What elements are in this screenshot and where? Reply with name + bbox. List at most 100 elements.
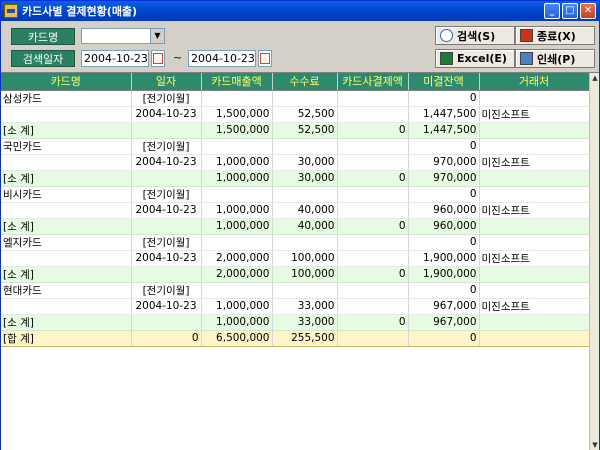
subtotal-row[interactable]: [소 계] 2,000,000 100,000 0 1,900,000	[1, 266, 590, 283]
date-from-field[interactable]: 2004-10-23	[81, 50, 149, 67]
table-cell: 미진소프트	[479, 298, 590, 315]
table-cell: 960,000	[408, 218, 480, 235]
calendar-to-button[interactable]	[258, 50, 272, 67]
search-date-label: 검색일자	[11, 50, 75, 67]
print-icon	[520, 52, 533, 65]
table-cell	[201, 186, 273, 203]
vertical-scrollbar[interactable]: ▲ ▼	[589, 73, 599, 450]
scroll-up-icon[interactable]: ▲	[590, 73, 599, 83]
table-cell: 960,000	[408, 202, 480, 219]
table-cell: [소 계]	[1, 314, 132, 331]
table-cell: 255,500	[272, 330, 338, 347]
column-header[interactable]: 수수료	[272, 73, 338, 91]
table-row[interactable]: 국민카드 [전기이월] 0	[1, 138, 590, 155]
print-button[interactable]: 인쇄(P)	[515, 49, 595, 68]
table-cell: 삼성카드	[1, 90, 132, 107]
table-row[interactable]: 2004-10-23 1,000,000 33,000 967,000 미진소프트	[1, 298, 590, 315]
table-cell: 967,000	[408, 298, 480, 315]
table-cell: [소 계]	[1, 170, 132, 187]
table-cell	[337, 90, 409, 107]
column-header[interactable]: 카드매출액	[201, 73, 273, 91]
table-row[interactable]: 2004-10-23 1,000,000 30,000 970,000 미진소프트	[1, 154, 590, 171]
table-cell: [전기이월]	[131, 90, 202, 107]
grand-total-row[interactable]: [합 계] 0 6,500,000 255,500 0	[1, 330, 590, 347]
table-cell: [전기이월]	[131, 138, 202, 155]
table-row[interactable]: 비시카드 [전기이월] 0	[1, 186, 590, 203]
column-header[interactable]: 미결잔액	[408, 73, 480, 91]
table-cell: [전기이월]	[131, 282, 202, 299]
table-cell	[272, 282, 338, 299]
table-cell	[272, 234, 338, 251]
subtotal-row[interactable]: [소 계] 1,000,000 30,000 0 970,000	[1, 170, 590, 187]
column-header[interactable]: 카드명	[1, 73, 132, 91]
table-row[interactable]: 삼성카드 [전기이월] 0	[1, 90, 590, 107]
table-cell: 0	[337, 314, 409, 331]
table-row[interactable]: 2004-10-23 2,000,000 100,000 1,900,000 미진소프트	[1, 250, 590, 267]
table-cell: 2,000,000	[201, 250, 273, 267]
excel-icon	[440, 52, 453, 65]
table-cell	[479, 186, 590, 203]
table-cell: 1,000,000	[201, 298, 273, 315]
table-row[interactable]: 2004-10-23 1,500,000 52,500 1,447,500 미진소프트	[1, 106, 590, 123]
card-name-select[interactable]: ▼	[81, 28, 165, 44]
scroll-down-icon[interactable]: ▼	[590, 440, 599, 450]
chevron-down-icon[interactable]: ▼	[150, 29, 164, 43]
table-cell	[201, 234, 273, 251]
subtotal-row[interactable]: [소 계] 1,000,000 33,000 0 967,000	[1, 314, 590, 331]
column-header[interactable]: 일자	[131, 73, 202, 91]
table-cell: 1,000,000	[201, 314, 273, 331]
table-cell	[479, 330, 590, 347]
table-cell: 엘지카드	[1, 234, 132, 251]
subtotal-row[interactable]: [소 계] 1,000,000 40,000 0 960,000	[1, 218, 590, 235]
subtotal-row[interactable]: [소 계] 1,500,000 52,500 0 1,447,500	[1, 122, 590, 139]
table-cell	[131, 218, 202, 235]
card-name-label: 카드명	[11, 28, 75, 45]
table-cell: 2004-10-23	[131, 106, 202, 123]
app-icon	[4, 4, 18, 18]
table-cell: 0	[408, 186, 480, 203]
search-button[interactable]: 검색(S)	[435, 26, 515, 45]
excel-button[interactable]: Excel(E)	[435, 49, 515, 68]
table-cell	[337, 250, 409, 267]
table-cell	[337, 202, 409, 219]
table-cell: 33,000	[272, 298, 338, 315]
close-button[interactable]: 종료(X)	[515, 26, 595, 45]
table-cell: [소 계]	[1, 218, 132, 235]
title-bar[interactable]: 카드사별 결제현황(매출) _ □ ✕	[1, 1, 599, 21]
table-row[interactable]: 2004-10-23 1,000,000 40,000 960,000 미진소프트	[1, 202, 590, 219]
table-cell: 0	[337, 122, 409, 139]
table-cell: 30,000	[272, 154, 338, 171]
column-header[interactable]: 카드사결제액	[337, 73, 409, 91]
table-cell: 52,500	[272, 122, 338, 139]
table-cell: 970,000	[408, 154, 480, 171]
table-cell	[1, 106, 132, 123]
table-cell: 0	[408, 282, 480, 299]
table-cell: 100,000	[272, 250, 338, 267]
column-header[interactable]: 거래처	[479, 73, 590, 91]
close-icon	[520, 29, 533, 42]
date-to-field[interactable]: 2004-10-23	[188, 50, 256, 67]
table-cell	[479, 282, 590, 299]
minimize-button[interactable]: _	[544, 3, 560, 19]
table-cell	[272, 138, 338, 155]
table-cell: 30,000	[272, 170, 338, 187]
table-cell	[201, 282, 273, 299]
table-cell: 2,000,000	[201, 266, 273, 283]
table-row[interactable]: 현대카드 [전기이월] 0	[1, 282, 590, 299]
table-cell	[131, 122, 202, 139]
table-cell: 967,000	[408, 314, 480, 331]
window-title: 카드사별 결제현황(매출)	[22, 5, 138, 18]
close-window-button[interactable]: ✕	[580, 3, 596, 19]
table-row[interactable]: 엘지카드 [전기이월] 0	[1, 234, 590, 251]
table-cell	[201, 90, 273, 107]
table-cell: 1,000,000	[201, 170, 273, 187]
date-range-separator: ~	[173, 51, 183, 64]
table-cell: 0	[408, 234, 480, 251]
app-window: 카드사별 결제현황(매출) _ □ ✕ 카드명 ▼ 검색일자 2004-10-2…	[0, 0, 600, 450]
table-body: 삼성카드 [전기이월] 0 2004-10-23 1,500,000 52,500 1,44…	[1, 90, 590, 347]
settlement-table: 카드명 일자 카드매출액 수수료 카드사결제액 미결잔액 거래처 삼성카드 [전기이월] 0 20…	[1, 73, 590, 347]
maximize-button[interactable]: □	[562, 3, 578, 19]
table-cell	[337, 298, 409, 315]
calendar-from-button[interactable]	[151, 50, 165, 67]
table-cell: 100,000	[272, 266, 338, 283]
